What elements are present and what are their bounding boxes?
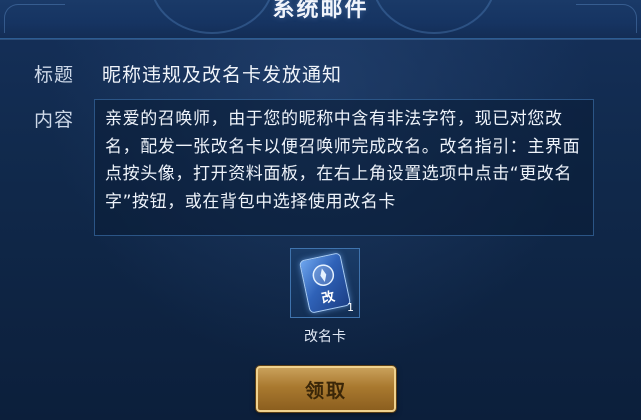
subject-label: 标题: [34, 64, 75, 86]
mail-subject: 昵称违规及改名卡发放通知: [102, 64, 343, 86]
rename-card-icon: 改: [298, 252, 352, 314]
attachment-item-slot[interactable]: 改 1: [290, 248, 360, 318]
dialog-title: 系统邮件: [272, 0, 369, 22]
mail-content-box[interactable]: 亲爱的召唤师，由于您的昵称中含有非法字符，现已对您改名，配发一张改名卡以便召唤师…: [94, 99, 594, 236]
claim-button[interactable]: 领取: [256, 366, 396, 412]
content-label: 内容: [34, 109, 75, 131]
item-name: 改名卡: [304, 329, 346, 345]
mail-dialog: 系统邮件 标题 昵称违规及改名卡发放通知 内容 亲爱的召唤师，由于您的昵称中含有…: [0, 0, 641, 420]
item-count: 1: [347, 301, 354, 314]
mail-content-text: 亲爱的召唤师，由于您的昵称中含有非法字符，现已对您改名，配发一张改名卡以便召唤师…: [105, 109, 581, 212]
dialog-header: 系统邮件: [0, 0, 641, 39]
